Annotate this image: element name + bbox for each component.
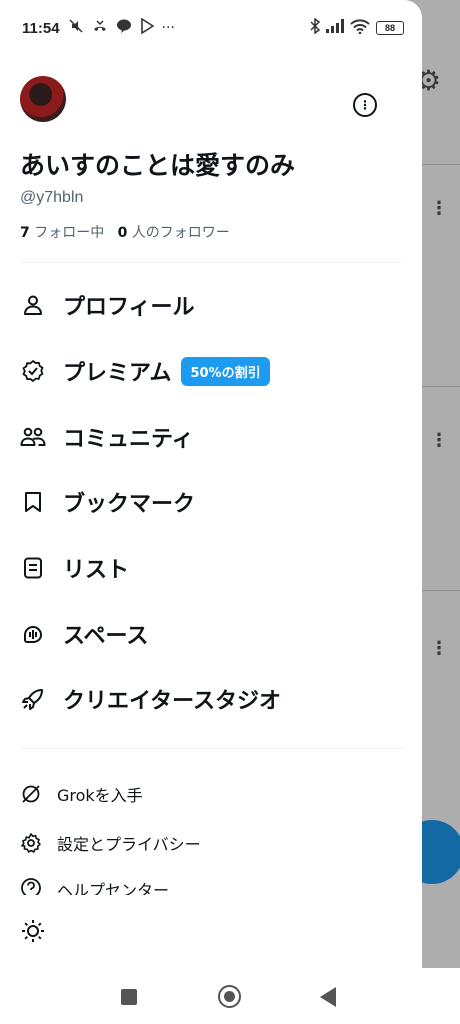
menu-item-lists[interactable]: リスト: [20, 548, 129, 588]
back-button[interactable]: [320, 987, 336, 1007]
recents-button[interactable]: [121, 989, 137, 1005]
menu-item-communities[interactable]: コミュニティ: [20, 417, 194, 457]
status-time: 11:54: [22, 19, 60, 37]
navigation-drawer: 11:54 ··· 88 ⋮ あいすのことは愛すのみ @y7hbln 7 フォロ…: [0, 0, 422, 968]
divider: [20, 748, 403, 749]
menu-item-settings[interactable]: 設定とプライバシー: [20, 828, 201, 858]
sun-icon[interactable]: [20, 918, 46, 944]
verified-icon: [20, 358, 46, 384]
bookmark-icon: [20, 489, 46, 515]
bluetooth-icon: [310, 17, 321, 38]
gear-icon: [20, 832, 42, 854]
more-icon: ···: [161, 20, 175, 36]
menu-item-bookmarks[interactable]: ブックマーク: [20, 482, 195, 522]
followers-label: 人のフォロワー: [131, 225, 230, 241]
menu-item-label: Grokを入手: [57, 786, 143, 805]
user-handle: @y7hbln: [20, 189, 84, 206]
display-name: あいすのことは愛すのみ: [20, 151, 296, 180]
home-dot-icon: [224, 991, 235, 1002]
divider: [20, 262, 403, 263]
menu-item-label: リスト: [63, 558, 130, 583]
menu-item-profile[interactable]: プロフィール: [20, 285, 195, 325]
person-icon: [20, 292, 46, 318]
signal-icon: [326, 19, 344, 37]
menu-item-label: ブックマーク: [63, 492, 196, 517]
menu-item-label: 設定とプライバシー: [57, 835, 201, 854]
account-more-button[interactable]: ⋮: [353, 93, 377, 117]
play-store-icon: [140, 17, 155, 38]
menu-item-label: プロフィール: [63, 295, 195, 320]
home-button[interactable]: [218, 985, 241, 1008]
status-right: 88: [310, 17, 404, 38]
menu-item-grok[interactable]: Grokを入手: [20, 779, 143, 809]
list-icon: [20, 555, 46, 581]
grok-icon: [20, 783, 42, 805]
followers-count: 0: [117, 225, 128, 241]
communities-icon: [20, 424, 46, 450]
spaces-icon: [20, 621, 46, 647]
following-label: フォロー中: [34, 225, 105, 241]
mute-icon: [68, 18, 84, 38]
line-icon: [116, 18, 132, 38]
menu-item-label: プレミアム: [63, 361, 172, 386]
followers-link[interactable]: 0 人のフォロワー: [118, 225, 230, 241]
wifi-icon: [350, 18, 370, 38]
following-count: 7: [20, 225, 30, 241]
menu-item-premium[interactable]: プレミアム 50%の割引: [20, 351, 270, 391]
following-link[interactable]: 7 フォロー中: [20, 225, 104, 241]
menu-item-label: スペース: [63, 624, 149, 649]
menu-item-spaces[interactable]: スペース: [20, 614, 148, 654]
discount-badge: 50%の割引: [181, 356, 270, 386]
rocket-icon: [20, 686, 46, 712]
follow-stats: 7 フォロー中 0 人のフォロワー: [20, 222, 230, 242]
menu-item-label: コミュニティ: [63, 427, 194, 452]
menu-item-label: クリエイタースタジオ: [63, 689, 282, 714]
status-bar: 11:54 ··· 88: [0, 0, 422, 56]
menu-item-help-center[interactable]: ヘルプセンター: [20, 877, 169, 895]
avatar[interactable]: [20, 76, 66, 122]
help-icon: [20, 877, 42, 895]
more-vertical-icon: ⋮: [359, 98, 371, 112]
menu-item-creator-studio[interactable]: クリエイタースタジオ: [20, 679, 281, 719]
menu-item-label: ヘルプセンター: [57, 881, 170, 895]
missed-call-icon: [92, 18, 108, 38]
battery-indicator: 88: [376, 21, 404, 35]
